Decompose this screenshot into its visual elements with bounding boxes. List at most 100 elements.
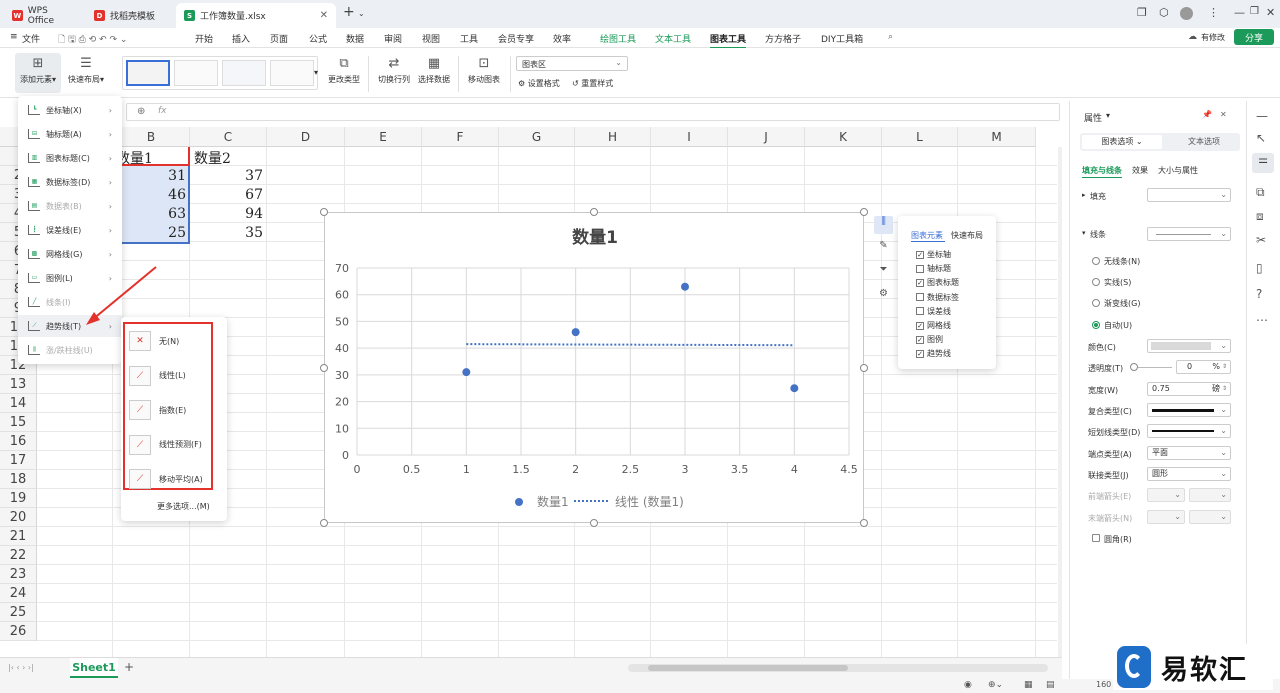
column-header[interactable]: G	[499, 127, 575, 147]
subtab-size[interactable]: 大小与属性	[1158, 165, 1198, 176]
row-header[interactable]: 16	[0, 432, 37, 451]
zoom-level[interactable]: 160	[1096, 680, 1111, 689]
checkbox[interactable]: ✓	[916, 321, 924, 330]
resize-handle[interactable]	[590, 519, 598, 527]
row-header[interactable]: 14	[0, 394, 37, 413]
menu-item[interactable]: ▥ 图表标题(C) ›	[18, 147, 122, 169]
collapse-icon[interactable]: ▾	[1082, 229, 1086, 237]
view-mode-icon[interactable]: ⊕⌄	[988, 680, 1003, 690]
column-header[interactable]: M	[958, 127, 1036, 147]
column-header[interactable]: I	[651, 127, 728, 147]
row-header[interactable]: 17	[0, 451, 37, 470]
resize-handle[interactable]	[320, 519, 328, 527]
maximize-icon[interactable]: ❐	[1250, 6, 1259, 17]
line-select[interactable]: ⌄	[1147, 227, 1231, 241]
book-icon[interactable]: ▯	[1256, 261, 1263, 275]
column-header[interactable]: K	[805, 127, 882, 147]
vertical-scrollbar[interactable]	[1058, 147, 1062, 657]
tab-quick-layout[interactable]: 快速布局	[951, 230, 983, 241]
help-icon[interactable]: ?	[1256, 287, 1262, 301]
checkbox[interactable]: ✓	[916, 335, 924, 344]
share-button[interactable]: 分享	[1234, 29, 1274, 45]
more-icon[interactable]: ⋯	[1256, 313, 1268, 327]
cell-b[interactable]: 25	[168, 225, 186, 241]
image-icon[interactable]: ⧈	[1256, 209, 1264, 224]
sheet-tab-sheet1[interactable]: Sheet1	[70, 658, 118, 678]
menu-item[interactable]: ┇ 误差线(E) ›	[18, 219, 122, 241]
checkbox[interactable]: ✓	[916, 349, 924, 358]
resize-handle[interactable]	[860, 519, 868, 527]
subtab-effects[interactable]: 效果	[1132, 165, 1148, 176]
round-checkbox[interactable]	[1092, 534, 1100, 542]
collapse-icon[interactable]: —	[1256, 109, 1268, 123]
resize-handle[interactable]	[320, 208, 328, 216]
tab-chart-options[interactable]: 图表选项 ⌄	[1082, 135, 1162, 149]
pin-icon[interactable]: 📌	[1202, 110, 1212, 119]
column-header[interactable]: F	[422, 127, 499, 147]
row-header[interactable]: 26	[0, 622, 37, 641]
cell-c[interactable]: 67	[245, 187, 263, 203]
slider-thumb[interactable]	[1130, 363, 1138, 371]
column-header[interactable]: H	[575, 127, 651, 147]
normal-view-icon[interactable]: ▦	[1024, 680, 1033, 690]
cell-c[interactable]: 35	[245, 225, 263, 241]
subtab-fill-line[interactable]: 填充与线条	[1082, 165, 1122, 176]
resize-handle[interactable]	[860, 208, 868, 216]
row-header[interactable]: 23	[0, 565, 37, 584]
sheet-nav-icons[interactable]: |‹ ‹ › ›|	[8, 663, 34, 672]
transparency-slider[interactable]	[1132, 367, 1172, 368]
eye-icon[interactable]: ◉	[964, 680, 972, 690]
tab-chart-elements[interactable]: 图表元素	[911, 230, 943, 241]
close-window-icon[interactable]: ✕	[1266, 6, 1275, 19]
copy-icon[interactable]: ⧉	[1256, 185, 1265, 200]
radio-auto[interactable]	[1092, 321, 1100, 329]
column-header[interactable]: D	[267, 127, 345, 147]
menu-item[interactable]: ⊟ 轴标题(A) ›	[18, 123, 122, 145]
color-picker[interactable]: ⌄	[1147, 339, 1231, 353]
cell-c1[interactable]: 数量2	[194, 148, 231, 168]
column-header[interactable]: C	[190, 127, 267, 147]
fill-select[interactable]: ⌄	[1147, 188, 1231, 202]
chart-element-option[interactable]: ✓ 坐标轴	[916, 249, 951, 260]
dash-select[interactable]: ⌄	[1147, 424, 1231, 438]
trendline-option[interactable]: ⟋ 线性(L)	[129, 362, 213, 390]
row-header[interactable]: 25	[0, 603, 37, 622]
join-select[interactable]: 圆形 ⌄	[1147, 467, 1231, 481]
checkbox[interactable]	[916, 264, 924, 273]
radio-gradient[interactable]	[1092, 299, 1100, 307]
settings-icon[interactable]: ⚙	[874, 288, 893, 306]
more-options-item[interactable]: 更多选项...(M)	[157, 501, 210, 512]
chart-element-option[interactable]: 数据标签	[916, 292, 959, 303]
line-section[interactable]: 线条	[1090, 229, 1106, 240]
row-header[interactable]: 22	[0, 546, 37, 565]
chart-element-option[interactable]: ✓ 图例	[916, 334, 943, 345]
checkbox[interactable]: ✓	[916, 278, 924, 287]
trendline-option[interactable]: ⟋ 线性预测(F)	[129, 431, 213, 459]
avatar[interactable]	[1180, 7, 1193, 20]
cell-b[interactable]: 46	[168, 187, 186, 203]
more-icon[interactable]: ⋮	[1208, 6, 1219, 19]
chart-element-option[interactable]: ✓ 网格线	[916, 320, 951, 331]
checkbox[interactable]	[916, 293, 924, 302]
cube-icon[interactable]: ⬡	[1159, 6, 1169, 19]
row-header[interactable]: 21	[0, 527, 37, 546]
radio-solid[interactable]	[1092, 278, 1100, 286]
expand-icon[interactable]: ▸	[1082, 191, 1086, 199]
row-header[interactable]: 20	[0, 508, 37, 527]
resize-handle[interactable]	[860, 364, 868, 372]
horizontal-scrollbar[interactable]	[628, 664, 1048, 672]
column-header[interactable]: L	[882, 127, 958, 147]
page-layout-icon[interactable]: ▤	[1046, 680, 1055, 690]
row-header[interactable]: 15	[0, 413, 37, 432]
resize-handle[interactable]	[320, 364, 328, 372]
row-header[interactable]: 18	[0, 470, 37, 489]
cell-c[interactable]: 37	[245, 168, 263, 184]
scatter-chart[interactable]: 数量1 0 0.5 1 1.5 2 2.5 3 3.5 4 4.5 0 10 20 30 40 50 60 70 数量…	[324, 212, 864, 523]
width-input[interactable]: 0.75 磅 ⇕	[1147, 382, 1231, 396]
column-header[interactable]: E	[345, 127, 422, 147]
resize-handle[interactable]	[590, 208, 598, 216]
compound-select[interactable]: ⌄	[1147, 403, 1231, 417]
trendline-option[interactable]: ⟋ 指数(E)	[129, 396, 213, 424]
cursor-icon[interactable]: ↖	[1256, 131, 1266, 145]
properties-icon[interactable]: ⚌	[1252, 153, 1274, 173]
